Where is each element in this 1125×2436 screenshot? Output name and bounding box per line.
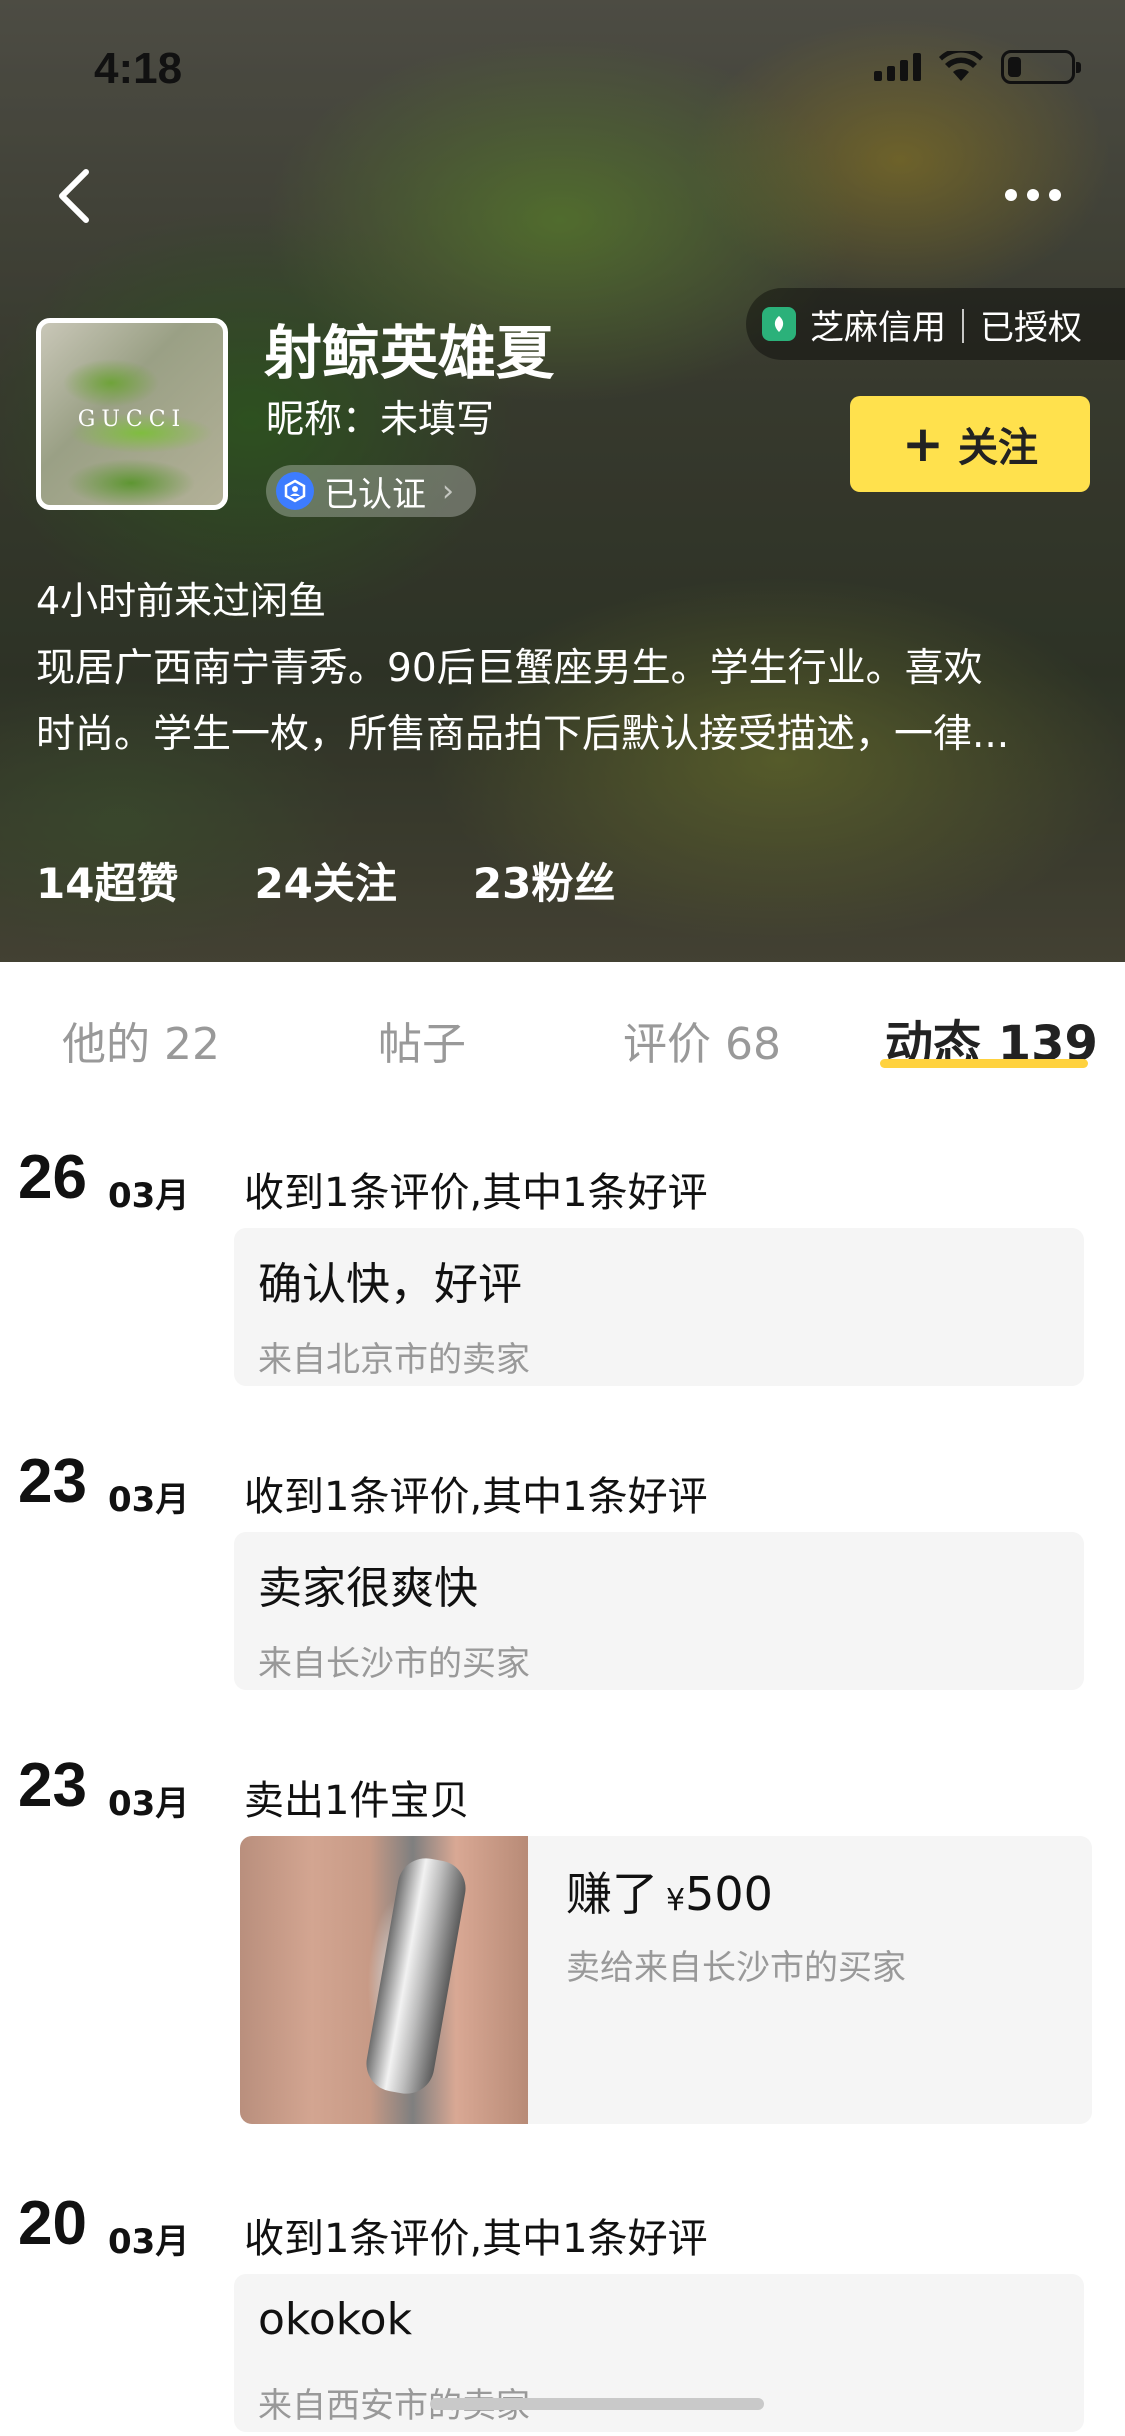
avatar[interactable]: GUCCI — [36, 318, 228, 510]
fans-count[interactable]: 23粉丝 — [473, 850, 615, 911]
follow-button[interactable]: + 关注 — [850, 396, 1090, 492]
sale-earnings: 赚了 ¥500 — [566, 1858, 773, 1924]
profile-tabs: 他的 22 帖子 评价 68 动态 139 — [0, 962, 1125, 1112]
entry-month: 03月 — [108, 1480, 190, 1520]
bio-line: 现居广西南宁青秀。90后巨蟹座男生。学生行业。喜欢 — [36, 646, 983, 691]
entry-month: 03月 — [108, 2222, 190, 2262]
currency-symbol: ¥ — [666, 1883, 686, 1918]
sesame-credit-icon — [762, 307, 796, 341]
chevron-right-icon: › — [442, 473, 454, 509]
review-card[interactable]: 卖家很爽快 来自长沙市的买家 — [234, 1532, 1084, 1690]
cellular-signal-icon — [874, 53, 921, 81]
tab-reviews[interactable]: 评价 68 — [623, 1008, 781, 1072]
follow-label: 关注 — [957, 425, 1038, 471]
sale-buyer: 卖给来自长沙市的买家 — [566, 1948, 906, 1988]
entry-title: 收到1条评价,其中1条好评 — [244, 1474, 708, 1520]
profile-stats: 14超赞 24关注 23粉丝 — [36, 850, 615, 911]
entry-title: 收到1条评价,其中1条好评 — [244, 2216, 708, 2262]
home-indicator — [430, 2398, 764, 2410]
plus-icon: + — [902, 415, 944, 473]
sale-card[interactable]: 赚了 ¥500 卖给来自长沙市的买家 — [240, 1836, 1092, 2124]
verified-badge[interactable]: 已认证 › — [266, 465, 476, 517]
user-name: 射鲸英雄夏 — [264, 319, 555, 387]
verified-shield-icon — [276, 472, 314, 510]
entry-day: 23 — [18, 1447, 87, 1516]
status-bar: 4:18 — [0, 0, 1125, 132]
entry-title: 收到1条评价,其中1条好评 — [244, 1170, 708, 1216]
review-card[interactable]: 确认快，好评 来自北京市的卖家 — [234, 1228, 1084, 1386]
avatar-brand-text: GUCCI — [77, 407, 187, 432]
review-text: okokok — [258, 2294, 413, 2345]
user-nickname: 昵称：未填写 — [266, 397, 495, 441]
verified-label: 已认证 — [324, 474, 426, 515]
review-text: 确认快，好评 — [258, 1259, 522, 1310]
entry-day: 20 — [18, 2189, 87, 2258]
entry-day: 26 — [18, 1143, 87, 1212]
last-seen-text: 4小时前来过闲鱼 — [36, 579, 327, 623]
bio-line: 时尚。学生一枚，所售商品拍下后默认接受描述，一律... — [36, 712, 1010, 757]
wifi-icon — [939, 51, 983, 81]
entry-day: 23 — [18, 1751, 87, 1820]
status-time: 4:18 — [94, 44, 183, 93]
review-source: 来自长沙市的买家 — [258, 1644, 530, 1684]
earn-amount: 500 — [685, 1867, 773, 1921]
tab-items[interactable]: 他的 22 — [62, 1008, 220, 1072]
profile-header: 4:18 GUCCI 射鲸英雄夏 昵称：未填写 已认证 › 芝麻信用｜已授权 +… — [0, 0, 1125, 962]
review-source: 来自北京市的卖家 — [258, 1340, 530, 1380]
credit-label: 芝麻信用｜已授权 — [810, 307, 1082, 348]
earn-prefix: 赚了 — [566, 1867, 658, 1921]
user-bio[interactable]: 现居广西南宁青秀。90后巨蟹座男生。学生行业。喜欢 时尚。学生一枚，所售商品拍下… — [36, 636, 1096, 768]
sesame-credit-badge[interactable]: 芝麻信用｜已授权 — [746, 288, 1125, 360]
battery-icon — [1001, 50, 1081, 84]
tab-posts[interactable]: 帖子 — [378, 1008, 466, 1072]
likes-count[interactable]: 14超赞 — [36, 850, 178, 911]
entry-month: 03月 — [108, 1176, 190, 1216]
back-arrow-icon[interactable] — [52, 166, 100, 226]
review-text: 卖家很爽快 — [258, 1563, 478, 1614]
sold-item-image[interactable] — [240, 1836, 528, 2124]
more-options-icon[interactable] — [1005, 180, 1075, 210]
entry-month: 03月 — [108, 1784, 190, 1824]
entry-title: 卖出1件宝贝 — [244, 1778, 470, 1824]
active-tab-indicator — [880, 1059, 1088, 1068]
following-count[interactable]: 24关注 — [254, 850, 396, 911]
